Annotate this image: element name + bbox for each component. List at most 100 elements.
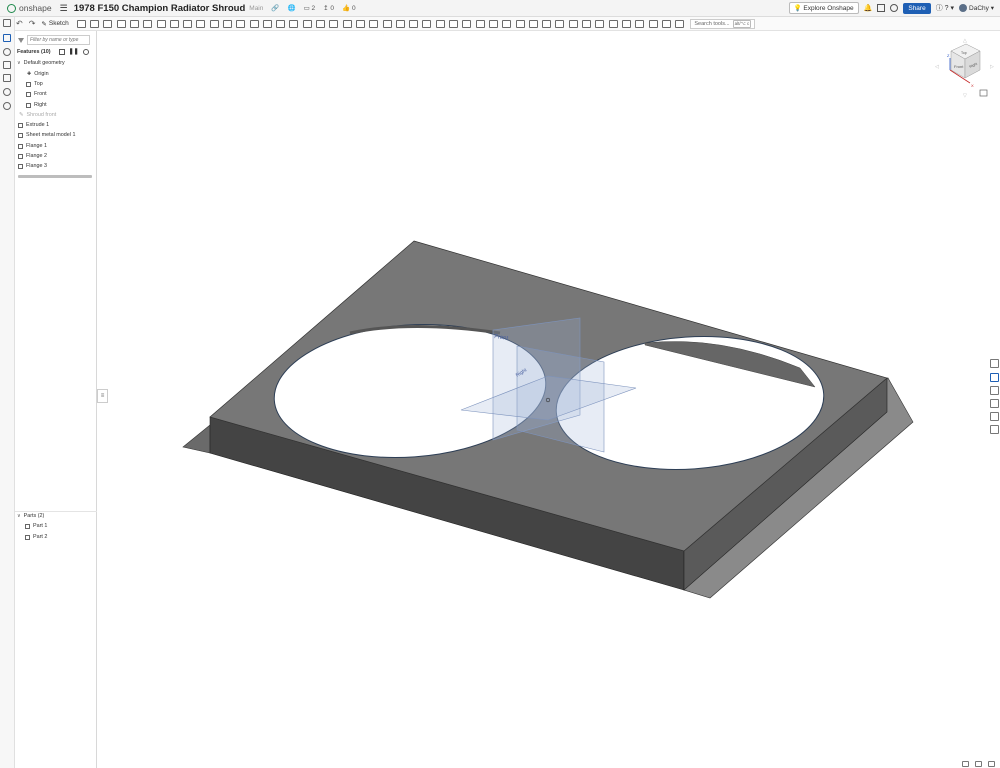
panel-divider[interactable] [15,511,97,512]
bend-relief-tool-icon[interactable] [475,19,485,28]
branches-control[interactable]: ↥ 0 [323,4,334,12]
delete-part-tool-icon[interactable] [289,19,299,28]
search-tools-input[interactable]: Search tools... alt/⌥ c [690,18,756,29]
thicken-tool-icon[interactable] [129,19,139,28]
render-mode-icon[interactable] [988,761,995,767]
plane-tool-icon[interactable] [316,19,326,28]
bom-panel-icon[interactable] [990,412,999,421]
graphics-viewport[interactable]: Front Right Top Front Right Z X △ ◁ ▷ ▽ [97,31,1000,768]
tree-item-plane[interactable]: Right [26,102,47,108]
appearance-panel-icon[interactable] [990,359,999,368]
menu-icon[interactable]: ☰ [60,3,68,14]
tree-item-feature[interactable]: Flange 3 [18,163,47,169]
draft-tool-icon[interactable] [169,19,179,28]
tree-item-feature[interactable]: ✎ Shroud front [19,112,56,118]
materials-panel-icon[interactable] [990,399,999,408]
fillet-tool-icon[interactable] [143,19,153,28]
gusset-tool-icon[interactable] [595,19,605,28]
shell-tool-icon[interactable] [196,19,206,28]
apps-grid-icon[interactable] [877,4,886,12]
model-canvas[interactable]: Front Right Top Front Right Z X △ ◁ ▷ ▽ [97,31,1000,768]
rotate-down-icon[interactable]: ▽ [963,93,967,99]
reorder-tool-icon[interactable] [661,19,671,28]
pause-icon[interactable]: ❚❚ [69,48,79,55]
pattern-tool-icon[interactable] [262,19,272,28]
section-tool-icon[interactable] [555,19,565,28]
display-mode-icon[interactable] [962,761,969,767]
rotate-left-icon[interactable]: ◁ [935,64,939,70]
parts-group[interactable]: ∨ Parts (2) [17,513,44,519]
tree-item-origin[interactable]: ✚ Origin [27,71,49,77]
rib-tool-icon[interactable] [183,19,193,28]
globe-icon[interactable]: 🌐 [287,4,295,12]
flange-tool-icon[interactable] [395,19,405,28]
hole-tool-icon[interactable] [209,19,219,28]
rollback-icon[interactable] [82,48,89,55]
chamfer-tool-icon[interactable] [156,19,166,28]
help-button[interactable]: ⓘ ? ▾ [936,3,954,13]
tree-item-part[interactable]: Part 2 [25,534,47,540]
sheet-metal-tool-icon[interactable] [382,19,392,28]
custom-feature-icon[interactable] [648,19,658,28]
appearance-icon[interactable] [3,61,11,69]
flat-pattern-panel-icon[interactable] [990,425,999,434]
tree-item-feature[interactable]: Flange 1 [18,143,47,149]
rotate-right-icon[interactable]: ▷ [990,64,994,70]
revolve-tool-icon[interactable] [90,19,100,28]
add-feature-icon[interactable] [3,34,11,42]
sweep-tool-icon[interactable] [103,19,113,28]
wrap-tool-icon[interactable] [635,19,645,28]
render-tool-icon[interactable] [568,19,578,28]
hem-tool-icon[interactable] [409,19,419,28]
cutlist-tool-icon[interactable] [621,19,631,28]
view-options-icon[interactable] [979,89,988,97]
extrude-tool-icon[interactable] [76,19,86,28]
joint-tool-icon[interactable] [488,19,498,28]
loft-tool-icon[interactable] [116,19,126,28]
versions-control[interactable]: ▭ 2 [304,4,316,12]
onshape-logo[interactable]: onshape [7,3,52,13]
curve-tool-icon[interactable] [355,19,365,28]
explore-onshape-button[interactable]: 💡 Explore Onshape [788,2,859,14]
frame-tool-icon[interactable] [582,19,592,28]
tree-item-feature[interactable]: Extrude 1 [18,122,49,128]
mirror-tool-icon[interactable] [276,19,286,28]
undo-icon[interactable]: ↶ [16,19,23,28]
tab-tool-icon[interactable] [422,19,432,28]
redo-icon[interactable]: ↷ [29,19,36,28]
tree-item-feature[interactable]: Sheet metal model 1 [18,132,75,138]
configurations-icon[interactable] [3,74,11,82]
camera-icon[interactable] [975,761,982,767]
helix-tool-icon[interactable] [342,19,352,28]
split-tool-icon[interactable] [236,19,246,28]
tree-item-plane[interactable]: Top [26,81,43,87]
corner-tool-icon[interactable] [462,19,472,28]
boolean-tool-icon[interactable] [223,19,232,28]
measure-tool-icon[interactable] [542,19,552,28]
sketch-button[interactable]: ✎ Sketch [41,20,68,28]
learning-center-icon[interactable] [890,4,899,12]
link-icon[interactable]: 🔗 [271,4,279,12]
rotate-up-icon[interactable]: △ [963,38,967,44]
left-flange[interactable] [182,424,211,454]
surface-tool-icon[interactable] [369,19,379,28]
comments-icon[interactable] [3,48,11,56]
variable-tool-icon[interactable] [528,19,538,28]
parts-panel-icon[interactable] [990,373,999,382]
share-button[interactable]: Share [903,2,931,14]
add-folder-icon[interactable] [58,48,65,55]
likes-control[interactable]: 👍 0 [342,4,356,12]
user-menu[interactable]: DaChy ▾ [959,4,994,12]
tree-item-feature[interactable]: Flange 2 [18,153,47,159]
rip-tool-icon[interactable] [502,19,512,28]
mates-icon[interactable] [3,102,11,110]
flat-view-tool-icon[interactable] [515,19,525,28]
tree-item-part[interactable]: Part 1 [25,523,47,529]
more-tools-icon[interactable] [675,19,685,28]
transform-tool-icon[interactable] [249,19,259,28]
default-geometry-group[interactable]: ∨ Default geometry [17,60,65,66]
chevron-down-icon[interactable]: ∨ [17,513,21,519]
form-tool-icon[interactable] [449,19,459,28]
chevron-down-icon[interactable]: ∨ [17,60,21,66]
mate-connector-tool-icon[interactable] [329,19,339,28]
